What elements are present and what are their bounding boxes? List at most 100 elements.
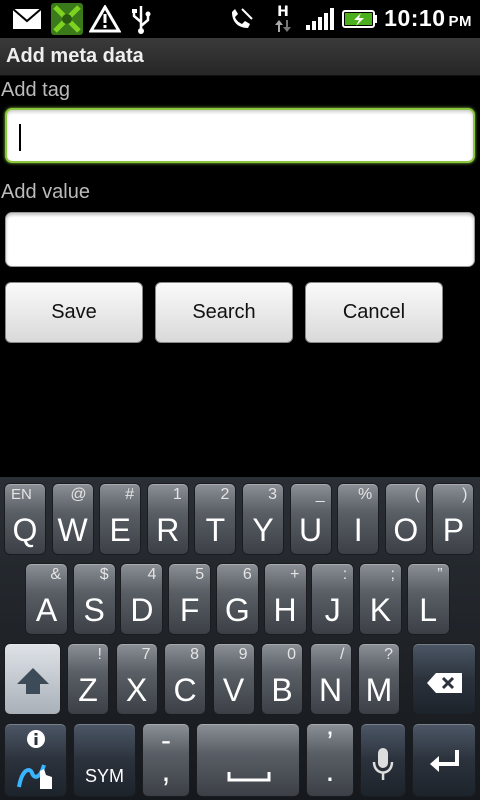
save-button[interactable]: Save: [5, 282, 143, 343]
key-label: X: [125, 672, 148, 708]
key-y[interactable]: 3Y: [242, 483, 284, 555]
app-notification-icon: [50, 0, 84, 38]
voice-input-key[interactable]: [360, 723, 406, 797]
info-swipe-icon: [17, 730, 52, 789]
key-label: U: [299, 512, 323, 548]
shift-arrow-icon: [17, 668, 49, 694]
key-u[interactable]: _ U: [289, 483, 332, 555]
key-label: J: [324, 592, 341, 628]
battery-charging-icon: [341, 0, 379, 38]
comma-key-label: ,: [161, 752, 171, 788]
key-k[interactable]: ; K: [358, 563, 402, 635]
key-alt-label: 8: [190, 646, 199, 663]
cancel-button[interactable]: Cancel: [305, 282, 443, 343]
add-tag-label: Add tag: [1, 79, 70, 101]
text-cursor: [19, 124, 21, 151]
data-arrows-icon: H: [270, 0, 296, 38]
key-a[interactable]: & A: [25, 563, 68, 635]
status-bar: H 10:10 PM: [0, 0, 480, 38]
key-label: V: [222, 672, 245, 708]
key-d[interactable]: 4D: [120, 563, 164, 635]
key-label: N: [318, 672, 343, 708]
soft-keyboard: EN Q @ W # E 1 R 2 T 3 Y _ U% I(O) P & A $ S 4 D 5 F 6 G + H: J; K” L…: [0, 477, 480, 800]
key-i[interactable]: % I: [337, 483, 380, 555]
key-alt-label: 4: [147, 566, 157, 583]
mute-icon: [226, 0, 256, 38]
signal-icon: [304, 0, 336, 38]
key-label: K: [369, 592, 392, 628]
key-label: B: [271, 672, 293, 708]
key-alt-label: $: [99, 566, 109, 583]
key-p[interactable]: ) P: [432, 483, 475, 555]
space-bar-icon: [227, 772, 271, 782]
key-q[interactable]: EN Q: [4, 483, 46, 555]
key-label: S: [83, 592, 105, 628]
key-v[interactable]: 9V: [212, 643, 255, 715]
key-label: E: [109, 512, 131, 548]
key-alt-label: 1: [172, 486, 182, 503]
key-label: P: [442, 512, 465, 548]
key-label: Y: [252, 512, 274, 548]
key-j[interactable]: :J: [311, 563, 355, 635]
key-label: I: [353, 512, 363, 548]
key-alt-label: (: [414, 486, 420, 503]
key-n[interactable]: / N: [309, 643, 352, 715]
key-s[interactable]: $ S: [72, 563, 116, 635]
key-alt-label: ”: [437, 566, 443, 583]
mail-icon: [10, 0, 44, 38]
period-key[interactable]: ’ .: [306, 723, 354, 797]
key-label: R: [156, 512, 180, 548]
key-g[interactable]: 6G: [215, 563, 259, 635]
key-label: T: [205, 512, 226, 548]
key-h[interactable]: + H: [263, 563, 307, 635]
period-key-label: .: [325, 752, 335, 788]
space-key[interactable]: [196, 723, 300, 797]
key-label: G: [224, 592, 250, 628]
key-alt-label: !: [97, 646, 102, 663]
clock: 10:10 PM: [384, 5, 472, 32]
comma-key[interactable]: - ,: [142, 723, 190, 797]
key-alt-label: 6: [242, 566, 252, 583]
key-c[interactable]: 8C: [164, 643, 206, 715]
key-x[interactable]: 7X: [115, 643, 158, 715]
key-alt-label: _: [315, 486, 325, 503]
key-alt-label: 7: [141, 646, 151, 663]
key-z[interactable]: ! Z: [67, 643, 109, 715]
key-alt-label: EN: [11, 486, 32, 503]
input-method-key[interactable]: [4, 723, 67, 797]
key-alt-label: #: [125, 486, 135, 503]
add-tag-input[interactable]: [5, 108, 475, 163]
key-alt-label: ?: [384, 646, 393, 663]
key-r[interactable]: 1R: [146, 483, 189, 555]
key-label: W: [57, 512, 88, 548]
search-button[interactable]: Search: [155, 282, 293, 343]
key-label: O: [393, 512, 419, 548]
key-w[interactable]: @ W: [51, 483, 94, 555]
enter-key[interactable]: [412, 723, 476, 797]
enter-arrow-icon: [430, 750, 459, 772]
shift-key[interactable]: [4, 643, 61, 715]
backspace-key[interactable]: [412, 643, 476, 715]
key-alt-label: 0: [287, 646, 296, 663]
key-alt-label: 5: [195, 566, 205, 583]
key-alt-label: ): [462, 486, 468, 503]
add-value-label: Add value: [1, 181, 90, 203]
backspace-icon: [427, 673, 462, 693]
key-e[interactable]: # E: [99, 483, 142, 555]
key-f[interactable]: 5F: [168, 563, 212, 635]
key-o[interactable]: (O: [384, 483, 427, 555]
key-label: Z: [78, 672, 98, 708]
sym-key-label: SYM: [84, 766, 124, 786]
key-t[interactable]: 2T: [194, 483, 237, 555]
key-label: L: [419, 592, 437, 628]
key-label: D: [130, 592, 154, 628]
usb-icon: [126, 0, 156, 38]
key-m[interactable]: ? M: [358, 643, 400, 715]
network-type-label: H: [277, 4, 289, 20]
sym-key[interactable]: SYM: [73, 723, 136, 797]
key-b[interactable]: 0B: [261, 643, 303, 715]
microphone-icon: [372, 748, 394, 780]
key-l[interactable]: ” L: [406, 563, 450, 635]
title-bar: Add meta data: [0, 38, 480, 76]
add-value-input[interactable]: [5, 212, 475, 267]
